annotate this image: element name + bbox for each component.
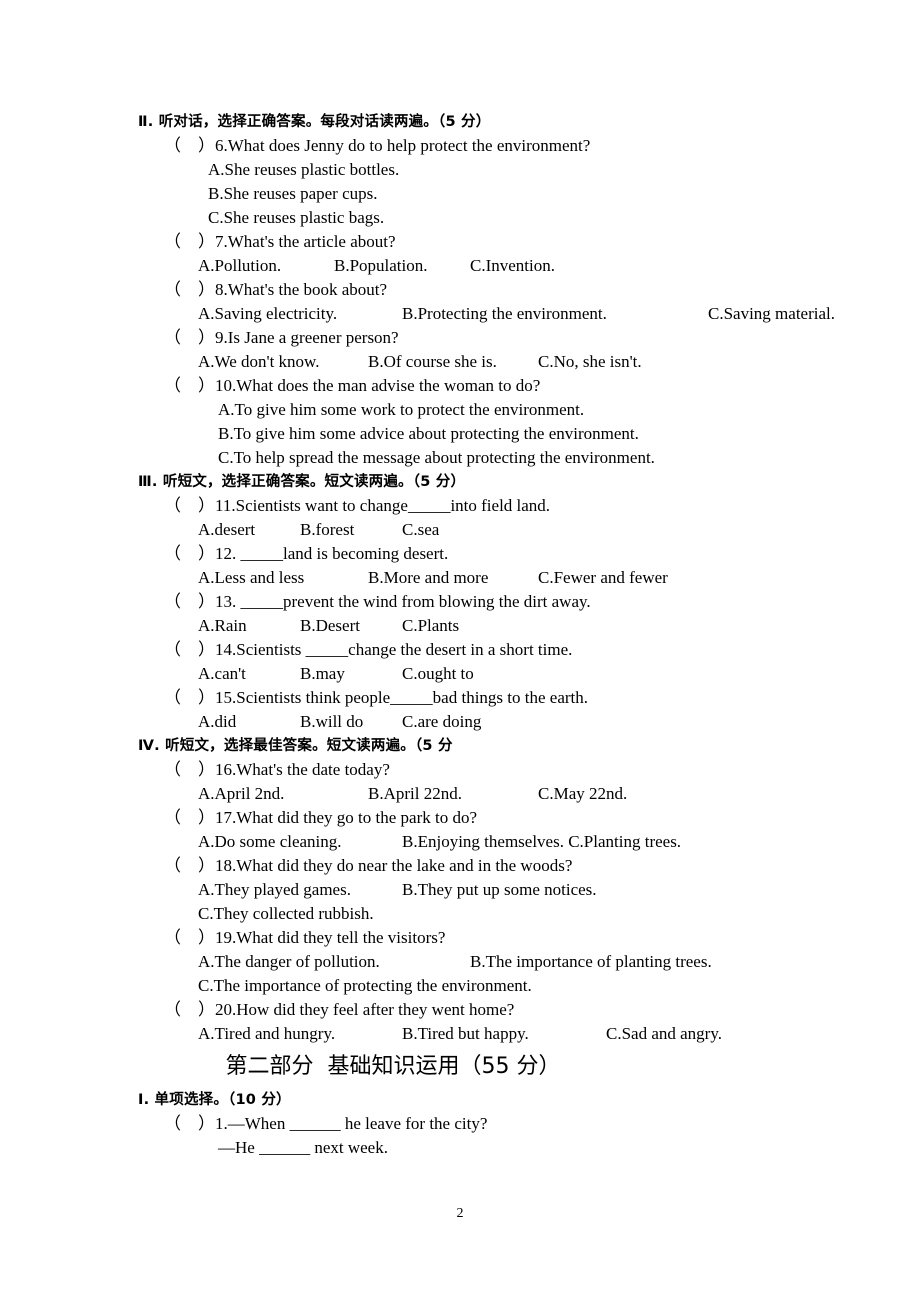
section-multiple-choice: Ⅰ. 单项选择。（10 分） （ ）1.—When ______ he leav… bbox=[138, 1088, 798, 1160]
question-prompt: （ ）16.What's the date today? bbox=[164, 760, 390, 779]
part-heading: 第二部分 基础知识运用（55 分） bbox=[225, 1054, 561, 1079]
question-option-line: C.The importance of protecting the envir… bbox=[198, 976, 532, 995]
question-prompt: （ ）18.What did they do near the lake and… bbox=[164, 856, 573, 875]
section-heading: Ⅰ. 单项选择。（10 分） bbox=[138, 1092, 291, 1108]
question-option-line: A.April 2nd. B.April 22nd. C.May 22nd. bbox=[198, 784, 628, 803]
question-prompt: （ ）10.What does the man advise the woman… bbox=[164, 376, 541, 395]
question-option-line: A.can't B.may C.ought to bbox=[198, 664, 474, 683]
page-number: 2 bbox=[456, 1206, 464, 1221]
question-prompt: （ ）20.How did they feel after they went … bbox=[164, 1000, 515, 1019]
section-heading: Ⅳ. 听短文，选择最佳答案。短文读两遍。（5 分 bbox=[138, 738, 453, 754]
question-prompt: （ ）6.What does Jenny do to help protect … bbox=[164, 136, 591, 155]
section-heading: Ⅱ. 听对话，选择正确答案。每段对话读两遍。（5 分） bbox=[138, 114, 491, 130]
question-option-line: A.did B.will do C.are doing bbox=[198, 712, 482, 731]
question-option-line: A.Saving electricity. B.Protecting the e… bbox=[198, 304, 836, 323]
question-option-line: A.desert B.forest C.sea bbox=[198, 520, 440, 539]
question-prompt: （ ）8.What's the book about? bbox=[164, 280, 388, 299]
question-option-line: A.The danger of pollution. B.The importa… bbox=[198, 952, 712, 971]
question-option-line: C.She reuses plastic bags. bbox=[208, 208, 385, 227]
question-option-line: B.To give him some advice about protecti… bbox=[218, 424, 639, 443]
question-option-line: A.They played games. B.They put up some … bbox=[198, 880, 597, 899]
question-prompt: （ ）19.What did they tell the visitors? bbox=[164, 928, 446, 947]
question-prompt: （ ）9.Is Jane a greener person? bbox=[164, 328, 399, 347]
question-prompt: （ ）1.—When ______ he leave for the city? bbox=[164, 1114, 488, 1133]
question-option-line: B.She reuses paper cups. bbox=[208, 184, 378, 203]
question-option-line: A.Rain B.Desert C.Plants bbox=[198, 616, 460, 635]
question-prompt: （ ）11.Scientists want to change_____into… bbox=[164, 496, 551, 515]
question-option-line: A.To give him some work to protect the e… bbox=[218, 400, 585, 419]
question-option-line: —He ______ next week. bbox=[218, 1138, 388, 1157]
question-prompt: （ ）15.Scientists think people_____bad th… bbox=[164, 688, 589, 707]
question-option-line: A.Pollution. B.Population. C.Invention. bbox=[198, 256, 555, 275]
question-prompt: （ ）17.What did they go to the park to do… bbox=[164, 808, 478, 827]
question-prompt: （ ）13. _____prevent the wind from blowin… bbox=[164, 592, 591, 611]
section-listening-passage-2: Ⅳ. 听短文，选择最佳答案。短文读两遍。（5 分 （ ）16.What's th… bbox=[138, 734, 798, 1046]
question-option-line: C.They collected rubbish. bbox=[198, 904, 374, 923]
question-prompt: （ ）7.What's the article about? bbox=[164, 232, 396, 251]
question-option-line: A.Tired and hungry. B.Tired but happy. C… bbox=[198, 1024, 722, 1043]
section-listening-passage-1: Ⅲ. 听短文，选择正确答案。短文读两遍。（5 分） （ ）11.Scientis… bbox=[138, 470, 798, 734]
question-prompt: （ ）14.Scientists _____change the desert … bbox=[164, 640, 573, 659]
question-option-line: A.She reuses plastic bottles. bbox=[208, 160, 400, 179]
section-listening-dialogues: Ⅱ. 听对话，选择正确答案。每段对话读两遍。（5 分） （ ）6.What do… bbox=[138, 110, 836, 470]
section-heading: Ⅲ. 听短文，选择正确答案。短文读两遍。（5 分） bbox=[138, 474, 466, 490]
question-prompt: （ ）12. _____land is becoming desert. bbox=[164, 544, 449, 563]
question-option-line: A.Less and less B.More and more C.Fewer … bbox=[198, 568, 668, 587]
question-option-line: A.Do some cleaning. B.Enjoying themselve… bbox=[198, 832, 682, 851]
exam-page: Ⅱ. 听对话，选择正确答案。每段对话读两遍。（5 分） （ ）6.What do… bbox=[0, 0, 920, 1302]
exam-content: Ⅱ. 听对话，选择正确答案。每段对话读两遍。（5 分） （ ）6.What do… bbox=[138, 110, 836, 1160]
question-option-line: C.To help spread the message about prote… bbox=[218, 448, 655, 467]
question-option-line: A.We don't know. B.Of course she is. C.N… bbox=[198, 352, 642, 371]
